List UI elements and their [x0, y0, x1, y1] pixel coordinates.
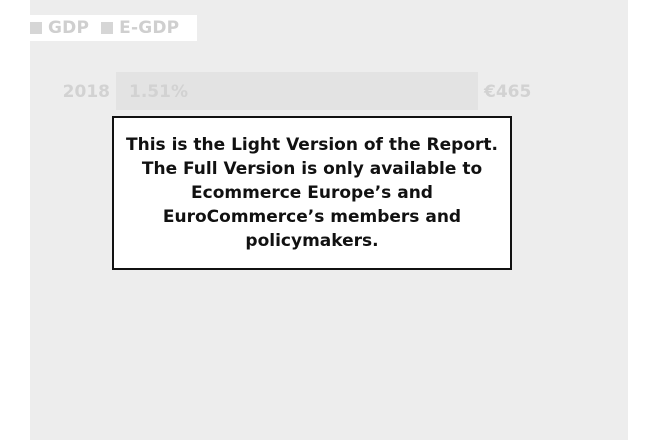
light-version-notice-text: This is the Light Version of the Report.… — [126, 135, 498, 251]
data-label-gdp: €465 — [483, 82, 531, 102]
data-label-egdp: 1.51% — [129, 82, 188, 102]
category-label: 2018 — [63, 82, 110, 102]
light-version-notice: This is the Light Version of the Report.… — [112, 116, 512, 270]
